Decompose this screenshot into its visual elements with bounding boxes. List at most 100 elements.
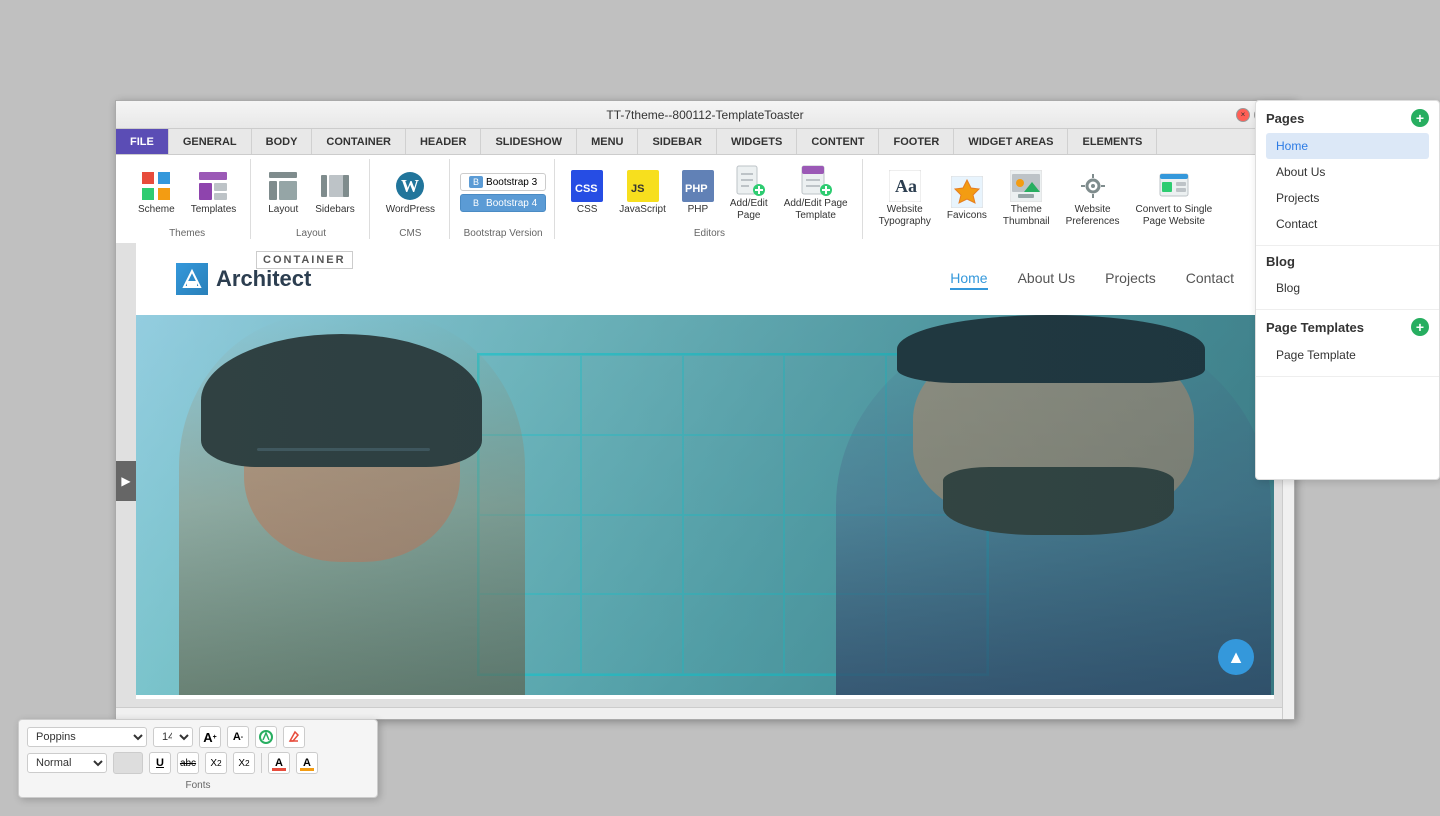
ribbon-group-themes: Scheme Templates: [124, 159, 251, 239]
toolbar-row-1: Poppins 14 A+ A-: [27, 726, 369, 748]
cms-group-label: CMS: [399, 228, 421, 239]
templates-button[interactable]: Templates: [185, 166, 243, 220]
layout-button[interactable]: Layout: [261, 166, 305, 220]
tab-footer[interactable]: FOOTER: [879, 129, 954, 154]
tab-content[interactable]: CONTENT: [797, 129, 879, 154]
css-label: CSS: [577, 204, 598, 216]
layout-group-label: Layout: [296, 228, 326, 239]
php-button[interactable]: PHP PHP: [676, 166, 720, 220]
typography-button[interactable]: Aa WebsiteTypography: [873, 166, 937, 232]
blog-item[interactable]: Blog: [1266, 275, 1429, 301]
tab-file[interactable]: FILE: [116, 129, 169, 154]
tab-menu[interactable]: MENU: [577, 129, 638, 154]
tab-body[interactable]: BODY: [252, 129, 313, 154]
font-size-select[interactable]: 14: [153, 727, 193, 747]
bottom-toolbar: Poppins 14 A+ A-: [18, 719, 378, 798]
themes-items: Scheme Templates: [132, 159, 242, 226]
font-color-btn[interactable]: A: [268, 752, 290, 774]
theme-thumbnail-label: ThemeThumbnail: [1003, 204, 1050, 228]
tab-elements[interactable]: ELEMENTS: [1068, 129, 1157, 154]
page-item-about[interactable]: About Us: [1266, 159, 1429, 185]
add-edit-page-label: Add/EditPage: [730, 198, 768, 222]
increase-font-btn[interactable]: A+: [199, 726, 221, 748]
layout-icon: [267, 170, 299, 202]
preferences-label: WebsitePreferences: [1066, 204, 1120, 228]
theme-thumbnail-icon: [1010, 170, 1042, 202]
templates-icon: [197, 170, 229, 202]
tab-sidebar[interactable]: SIDEBAR: [638, 129, 717, 154]
wordpress-button[interactable]: W WordPress: [380, 166, 441, 220]
pages-add-btn[interactable]: +: [1411, 109, 1429, 127]
page-templates-add-btn[interactable]: +: [1411, 318, 1429, 336]
javascript-button[interactable]: JS JavaScript: [613, 166, 672, 220]
superscript-btn[interactable]: X2: [233, 752, 255, 774]
add-edit-page-icon: [733, 164, 765, 196]
subscript-btn[interactable]: X2: [205, 752, 227, 774]
text-style-select[interactable]: Normal Heading 1 Heading 2: [27, 753, 107, 773]
bg-color-btn[interactable]: A: [296, 752, 318, 774]
highlight-btn[interactable]: [283, 726, 305, 748]
website-preferences-button[interactable]: WebsitePreferences: [1060, 166, 1126, 232]
font-family-select[interactable]: Poppins: [27, 727, 147, 747]
pages-header: Pages +: [1266, 109, 1429, 127]
favicons-icon: [951, 176, 983, 208]
js-label: JavaScript: [619, 204, 666, 216]
favicons-label: Favicons: [947, 210, 987, 222]
convert-button[interactable]: Convert to SinglePage Website: [1130, 166, 1219, 232]
add-edit-page-button[interactable]: Add/EditPage: [724, 160, 774, 226]
page-templates-title: Page Templates: [1266, 320, 1364, 335]
close-btn[interactable]: ×: [1236, 108, 1250, 122]
typography-icon: Aa: [889, 170, 921, 202]
ribbon-group-website: Aa WebsiteTypography Favicons: [865, 159, 1227, 239]
page-item-home[interactable]: Home: [1266, 133, 1429, 159]
theme-thumbnail-button[interactable]: ThemeThumbnail: [997, 166, 1056, 232]
css-icon: CSS: [571, 170, 603, 202]
css-button[interactable]: CSS CSS: [565, 166, 609, 220]
color-swatch-btn[interactable]: [113, 752, 143, 774]
decrease-font-btn[interactable]: A-: [227, 726, 249, 748]
ribbon-group-layout: Layout Sidebars Layout: [253, 159, 369, 239]
php-icon: PHP: [682, 170, 714, 202]
page-item-contact[interactable]: Contact: [1266, 211, 1429, 237]
add-edit-page-template-button[interactable]: Add/Edit PageTemplate: [778, 160, 854, 226]
canvas-area: ▶ Architect Home: [116, 243, 1294, 719]
title-bar: TT-7theme--800112-TemplateToaster × − □: [116, 101, 1294, 129]
nav-about[interactable]: About Us: [1018, 268, 1076, 290]
themes-group-label: Themes: [169, 228, 205, 239]
javascript-icon: JS: [627, 170, 659, 202]
panel-collapse-btn[interactable]: ❮: [1255, 109, 1256, 133]
page-template-item[interactable]: Page Template: [1266, 342, 1429, 368]
ribbon-group-editors: CSS CSS JS JavaScript: [557, 159, 862, 239]
pages-section: Pages + Home About Us Projects Contact: [1256, 101, 1439, 246]
convert-label: Convert to SinglePage Website: [1136, 204, 1213, 228]
strikethrough-btn[interactable]: abc: [177, 752, 199, 774]
tab-header[interactable]: HEADER: [406, 129, 481, 154]
favicons-button[interactable]: Favicons: [941, 172, 993, 226]
nav-home[interactable]: Home: [950, 268, 987, 290]
scroll-to-top-btn[interactable]: ▲: [1218, 639, 1254, 675]
tab-widget-areas[interactable]: WIDGET AREAS: [954, 129, 1068, 154]
h-scrollbar[interactable]: [116, 707, 1282, 719]
tab-widgets[interactable]: WIDGETS: [717, 129, 797, 154]
ribbon-group-bootstrap: B Bootstrap 3 B Bootstrap 4 Bootstrap Ve…: [452, 159, 555, 239]
canvas-collapse-btn[interactable]: ▶: [116, 461, 136, 501]
tab-slideshow[interactable]: SLIDESHOW: [481, 129, 577, 154]
tab-general[interactable]: GENERAL: [169, 129, 252, 154]
scheme-button[interactable]: Scheme: [132, 166, 181, 220]
bootstrap4-button[interactable]: B Bootstrap 4: [460, 194, 546, 212]
toolbar-divider: [261, 753, 262, 773]
bootstrap3-button[interactable]: B Bootstrap 3: [460, 173, 546, 191]
window-title: TT-7theme--800112-TemplateToaster: [606, 108, 803, 122]
text-color-btn[interactable]: [255, 726, 277, 748]
toolbar-row-2: Normal Heading 1 Heading 2 U abc X2 X2 A…: [27, 752, 369, 774]
tab-container[interactable]: CONTAINER: [312, 129, 406, 154]
svg-text:W: W: [401, 176, 419, 196]
underline-btn[interactable]: U: [149, 752, 171, 774]
bootstrap-items: B Bootstrap 3 B Bootstrap 4: [460, 159, 546, 226]
page-item-projects[interactable]: Projects: [1266, 185, 1429, 211]
nav-contact[interactable]: Contact: [1186, 268, 1234, 290]
convert-icon: [1158, 170, 1190, 202]
nav-projects[interactable]: Projects: [1105, 268, 1156, 290]
sidebars-button[interactable]: Sidebars: [309, 166, 360, 220]
add-edit-template-label: Add/Edit PageTemplate: [784, 198, 848, 222]
